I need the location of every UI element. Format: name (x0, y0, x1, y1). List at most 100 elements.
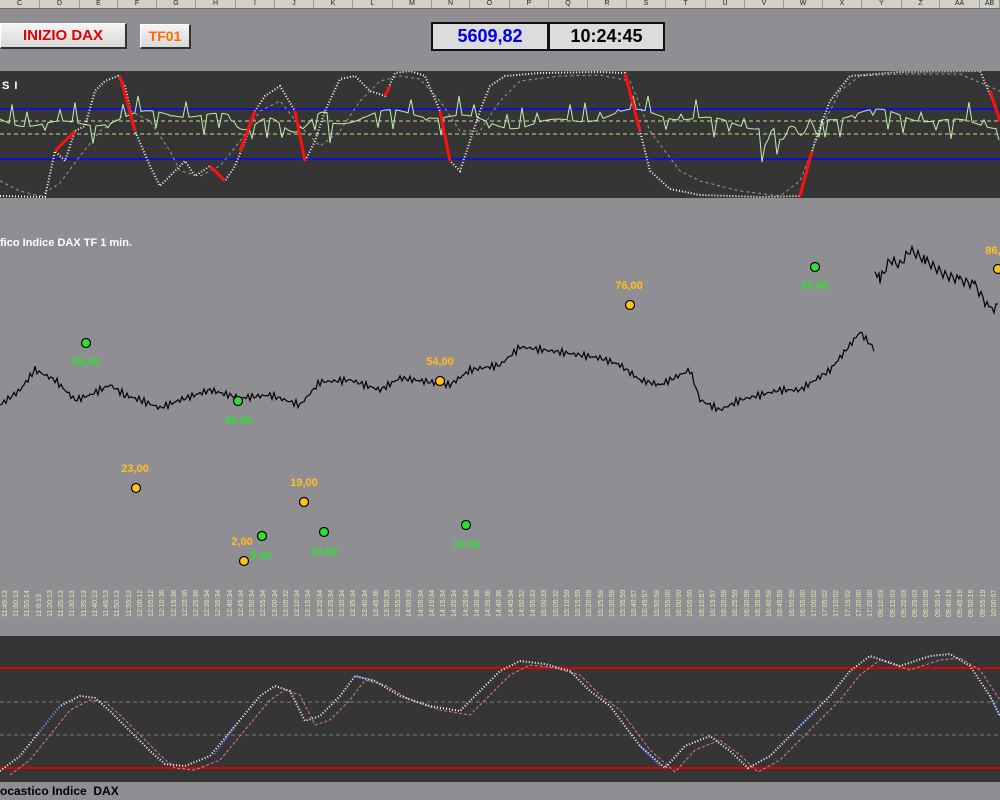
time-axis-tick-label: 14:45:34 (507, 589, 515, 617)
time-axis-tick-label: 11:30:13 (69, 590, 77, 617)
stochastic-main-line (0, 652, 1000, 772)
inizio-dax-button[interactable]: INIZIO DAX (0, 23, 127, 49)
time-axis-tick-label: 13:50:35 (384, 589, 392, 617)
column-header-cell: Q (549, 0, 588, 8)
time-axis-tick-label: 10:00:07 (990, 589, 998, 617)
green-dot-icon (232, 395, 244, 407)
column-header-cell: K (314, 0, 353, 8)
time-axis-tick-label: 12:45:34 (237, 589, 245, 617)
rsi-oscillator-red-segment (238, 110, 257, 152)
time-axis-tick-label: 12:20:36 (181, 589, 189, 617)
point-value-label: 9,00 (250, 550, 271, 562)
green-dot-icon (80, 337, 92, 349)
stochastic-chart (0, 652, 1000, 776)
column-header-cell: I (236, 0, 275, 8)
time-axis-tick-label: 13:30:34 (339, 589, 347, 617)
stochastic-main-blue-segment (794, 710, 816, 732)
price-line (0, 331, 875, 413)
time-axis-tick-label: 16:30:59 (743, 589, 751, 617)
time-axis-tick-label: 09:50:19 (968, 589, 976, 617)
stochastic-chart-title: ocastico Indice DAX (0, 784, 119, 798)
time-axis-tick-label: 09:15:03 (889, 589, 897, 617)
column-header-cell: Z (902, 0, 940, 8)
column-header-cell: H (196, 0, 236, 8)
column-header-strip: C D E F G H I J K L M N O P Q R S T U V W X Y Z AA AB (0, 0, 1000, 9)
time-axis-tick-label: 09:40:19 (945, 589, 953, 617)
green-dot-icon (318, 526, 330, 538)
time-axis-tick-label: 13:10:34 (294, 589, 302, 617)
time-axis-tick-label: 12:30:34 (204, 589, 212, 617)
time-axis-tick-label: 13:25:34 (327, 589, 335, 617)
time-axis-tick-label: 12:55:34 (260, 589, 268, 617)
time-axis-tick-label: 09:35:14 (934, 589, 942, 617)
point-value-label: 76,00 (615, 280, 643, 292)
time-axis-tick-label: 16:05:00 (687, 589, 695, 617)
time-axis-tick-label: 17:15:02 (844, 589, 852, 617)
column-header-cell: J (275, 0, 314, 8)
column-header-cell: F (118, 0, 157, 8)
time-axis-tick-label: 11:40:13 (91, 590, 99, 617)
column-header-cell: E (80, 0, 118, 8)
column-header-cell: M (393, 0, 432, 8)
column-header-cell: G (157, 0, 196, 8)
green-dot-icon (809, 261, 821, 273)
time-axis-tick-label: 12:05:12 (148, 589, 156, 617)
time-axis-tick-label: 16:15:57 (709, 589, 717, 617)
time-axis-tick-label: 17:10:02 (833, 589, 841, 617)
time-axis-tick-label: 13:35:34 (350, 589, 358, 617)
rsi-panel (0, 71, 1000, 198)
column-header-cell: O (470, 0, 510, 8)
time-axis-tick-label: 14:30:36 (473, 589, 481, 617)
dax-price-readout: 5609,82 (431, 22, 549, 51)
orange-dot-icon (624, 299, 636, 311)
time-axis-tick-label: 09:55:19 (979, 589, 987, 617)
point-value-label: 19,00 (290, 477, 318, 489)
time-axis-tick-label: 11:50:13 (114, 590, 122, 617)
time-axis-tick-label: 13:15:34 (305, 589, 313, 617)
time-axis-tick-label: 12:25:36 (193, 589, 200, 617)
time-axis-tick-label: 11:50:13 (13, 590, 21, 617)
point-value-label: 54,00 (426, 356, 454, 368)
rsi-oscillator-red-segment (383, 85, 392, 97)
timeframe-button[interactable]: TF01 (140, 24, 191, 49)
time-axis-tick-label: 15:25:59 (597, 589, 605, 617)
rsi-oscillator-red-segment (118, 75, 137, 132)
rsi-slow-line (0, 73, 1000, 197)
time-axis-tick-label: 13:45:36 (372, 589, 380, 617)
time-axis-tick-label: 17:20:00 (855, 589, 863, 617)
time-axis-tick-label: 11:6:13 (35, 594, 43, 617)
time-axis-tick-label: 14:00:33 (406, 589, 414, 617)
column-header-cell: C (0, 0, 40, 8)
rsi-panel-label: S I (2, 80, 19, 92)
time-axis-tick-label: 11:20:13 (46, 590, 54, 617)
time-axis-tick-label: 13:00:34 (271, 589, 279, 617)
time-axis-tick-label: 16:50:59 (788, 589, 796, 617)
time-axis-tick-label: 16:20:59 (721, 589, 729, 617)
time-axis-tick-label: 12:40:34 (226, 589, 234, 617)
time-axis-tick-label: 15:10:59 (563, 589, 571, 617)
orange-dot-icon (130, 482, 142, 494)
time-axis-tick-label: 14:55:33 (530, 589, 538, 617)
time-axis-tick-label: 16:25:59 (732, 589, 740, 617)
rsi-oscillator-red-segment (438, 110, 452, 162)
time-axis-tick-label: 12:35:34 (215, 589, 223, 617)
time-axis-tick-label: 14:25:34 (462, 589, 470, 617)
time-axis-tick-label: 16:55:00 (799, 589, 807, 617)
time-axis-tick-label: 09:25:03 (912, 589, 920, 617)
time-axis-tick-label: 12:50:34 (249, 589, 257, 617)
time-axis-tick-label: 15:55:00 (664, 589, 672, 617)
column-header-cell: V (745, 0, 784, 8)
time-axis-tick-label: 16:00:00 (676, 589, 684, 617)
column-header-cell: X (823, 0, 862, 8)
point-value-label: 12,00 (452, 539, 480, 551)
green-dot-icon (460, 519, 472, 531)
clock-readout: 10:24:45 (548, 22, 665, 51)
time-axis-tick-label: 12:15:36 (170, 589, 178, 617)
time-axis-tick-label: 09:10:03 (878, 589, 886, 617)
time-axis-tick-label: 14:15:34 (440, 589, 448, 617)
point-value-label: 10,00 (310, 546, 338, 558)
point-value-label: 2,00 (231, 536, 252, 548)
stochastic-panel (0, 636, 1000, 782)
price-line-next-session (874, 244, 999, 316)
point-value-label: 23,00 (121, 463, 149, 475)
